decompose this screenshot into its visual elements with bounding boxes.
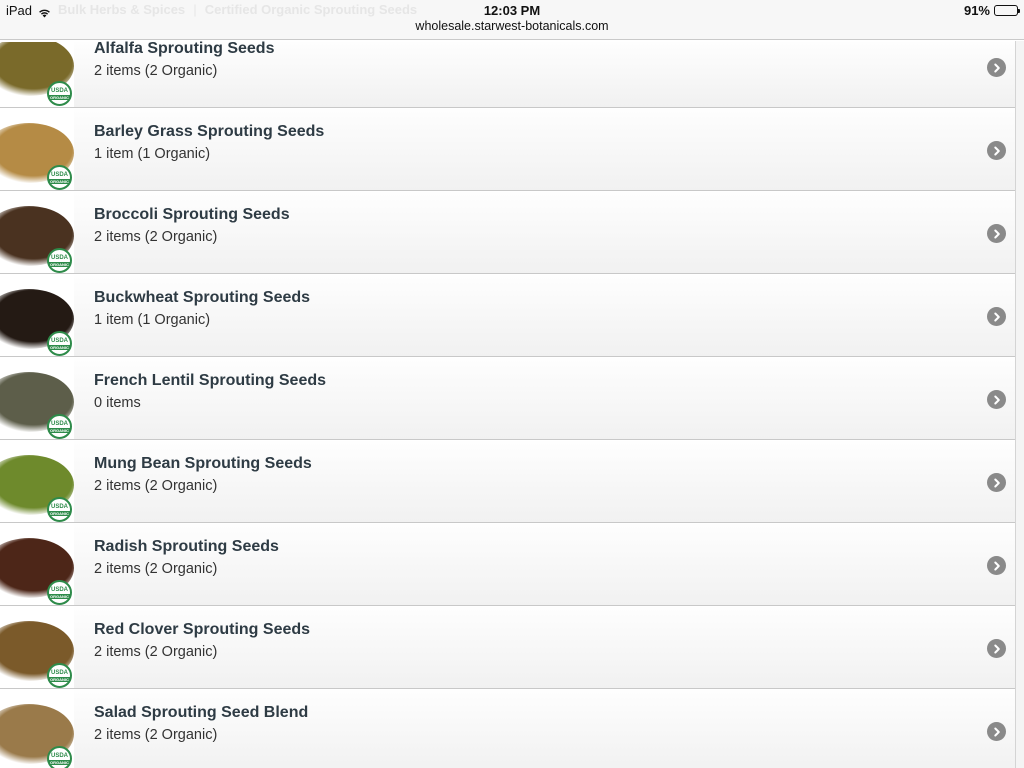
usda-badge-top: USDA	[50, 337, 68, 344]
usda-organic-icon: USDA ORGANIC	[47, 248, 72, 273]
item-count: 2 items (2 Organic)	[94, 727, 218, 743]
chevron-right-icon[interactable]	[987, 473, 1006, 492]
usda-organic-icon: USDA ORGANIC	[47, 663, 72, 688]
status-time: 12:03 PM	[483, 3, 541, 18]
chevron-right-icon[interactable]	[987, 556, 1006, 575]
usda-badge-bottom: ORGANIC	[49, 510, 70, 516]
usda-organic-icon: USDA ORGANIC	[47, 414, 72, 439]
usda-badge-bottom: ORGANIC	[49, 261, 70, 267]
chevron-right-icon[interactable]	[987, 722, 1006, 741]
list-item[interactable]: USDA ORGANIC Mung Bean Sprouting Seeds 2 it…	[0, 440, 1015, 523]
item-count: 2 items (2 Organic)	[94, 229, 218, 245]
item-count: 1 item (1 Organic)	[94, 146, 211, 162]
usda-badge-top: USDA	[50, 420, 68, 427]
item-title: Broccoli Sprouting Seeds	[94, 206, 290, 223]
item-count: 0 items	[94, 395, 141, 411]
item-count: 1 item (1 Organic)	[94, 312, 211, 328]
usda-badge-bottom: ORGANIC	[49, 759, 70, 765]
item-title: Red Clover Sprouting Seeds	[94, 621, 311, 638]
list-item[interactable]: USDA ORGANIC Broccoli Sprouting Seeds 2 ite…	[0, 191, 1015, 274]
status-right: 91%	[963, 3, 1020, 18]
list-item[interactable]: USDA ORGANIC Salad Sprouting Seed Blend 2 i…	[0, 689, 1015, 768]
usda-organic-icon: USDA ORGANIC	[47, 746, 72, 768]
usda-organic-icon: USDA ORGANIC	[47, 331, 72, 356]
product-thumbnail: USDA ORGANIC	[0, 690, 74, 768]
item-title: French Lentil Sprouting Seeds	[94, 372, 327, 389]
usda-badge-bottom: ORGANIC	[49, 94, 70, 100]
list-item[interactable]: USDA ORGANIC Alfalfa Sprouting Seeds 2 item…	[0, 41, 1015, 108]
chevron-right-icon[interactable]	[987, 307, 1006, 326]
list-item[interactable]: USDA ORGANIC Radish Sprouting Seeds 2 items…	[0, 523, 1015, 606]
battery-percent: 91%	[963, 3, 990, 18]
list-item[interactable]: USDA ORGANIC Barley Grass Sprouting Seeds 1…	[0, 108, 1015, 191]
item-count: 2 items (2 Organic)	[94, 478, 218, 494]
usda-badge-bottom: ORGANIC	[49, 427, 70, 433]
usda-badge-top: USDA	[50, 254, 68, 261]
usda-badge-top: USDA	[50, 87, 68, 94]
product-thumbnail: USDA ORGANIC	[0, 192, 74, 273]
usda-badge-bottom: ORGANIC	[49, 676, 70, 682]
item-count: 2 items (2 Organic)	[94, 561, 218, 577]
usda-organic-icon: USDA ORGANIC	[47, 165, 72, 190]
chevron-right-icon[interactable]	[987, 58, 1006, 77]
item-title: Alfalfa Sprouting Seeds	[94, 41, 275, 57]
product-list: USDA ORGANIC Alfalfa Sprouting Seeds 2 item…	[0, 41, 1016, 768]
item-title: Salad Sprouting Seed Blend	[94, 704, 309, 721]
chevron-right-icon[interactable]	[987, 390, 1006, 409]
usda-badge-bottom: ORGANIC	[49, 344, 70, 350]
product-thumbnail: USDA ORGANIC	[0, 441, 74, 522]
product-thumbnail: USDA ORGANIC	[0, 42, 74, 107]
product-thumbnail: USDA ORGANIC	[0, 109, 74, 190]
chevron-right-icon[interactable]	[987, 224, 1006, 243]
usda-badge-top: USDA	[50, 171, 68, 178]
usda-badge-top: USDA	[50, 752, 68, 759]
item-count: 2 items (2 Organic)	[94, 63, 218, 79]
usda-badge-top: USDA	[50, 586, 68, 593]
product-thumbnail: USDA ORGANIC	[0, 607, 74, 688]
item-title: Buckwheat Sprouting Seeds	[94, 289, 311, 306]
item-title: Radish Sprouting Seeds	[94, 538, 279, 555]
url-bar[interactable]: wholesale.starwest-botanicals.com	[0, 19, 1024, 33]
battery-icon	[994, 5, 1020, 16]
list-item[interactable]: USDA ORGANIC Buckwheat Sprouting Seeds 1 it…	[0, 274, 1015, 357]
product-thumbnail: USDA ORGANIC	[0, 275, 74, 356]
list-item[interactable]: USDA ORGANIC Red Clover Sprouting Seeds 2 i…	[0, 606, 1015, 689]
chevron-right-icon[interactable]	[987, 639, 1006, 658]
usda-badge-top: USDA	[50, 503, 68, 510]
list-item[interactable]: USDA ORGANIC French Lentil Sprouting Seeds…	[0, 357, 1015, 440]
usda-organic-icon: USDA ORGANIC	[47, 580, 72, 605]
usda-badge-bottom: ORGANIC	[49, 593, 70, 599]
usda-organic-icon: USDA ORGANIC	[47, 81, 72, 106]
usda-badge-top: USDA	[50, 669, 68, 676]
product-thumbnail: USDA ORGANIC	[0, 358, 74, 439]
status-bar: Bulk Herbs & Spices | Certified Organic Sp…	[0, 0, 1024, 40]
chevron-right-icon[interactable]	[987, 141, 1006, 160]
product-thumbnail: USDA ORGANIC	[0, 524, 74, 605]
usda-organic-icon: USDA ORGANIC	[47, 497, 72, 522]
item-title: Mung Bean Sprouting Seeds	[94, 455, 312, 472]
item-title: Barley Grass Sprouting Seeds	[94, 123, 325, 140]
usda-badge-bottom: ORGANIC	[49, 178, 70, 184]
item-count: 2 items (2 Organic)	[94, 644, 218, 660]
scroll-gutter	[1016, 41, 1024, 768]
